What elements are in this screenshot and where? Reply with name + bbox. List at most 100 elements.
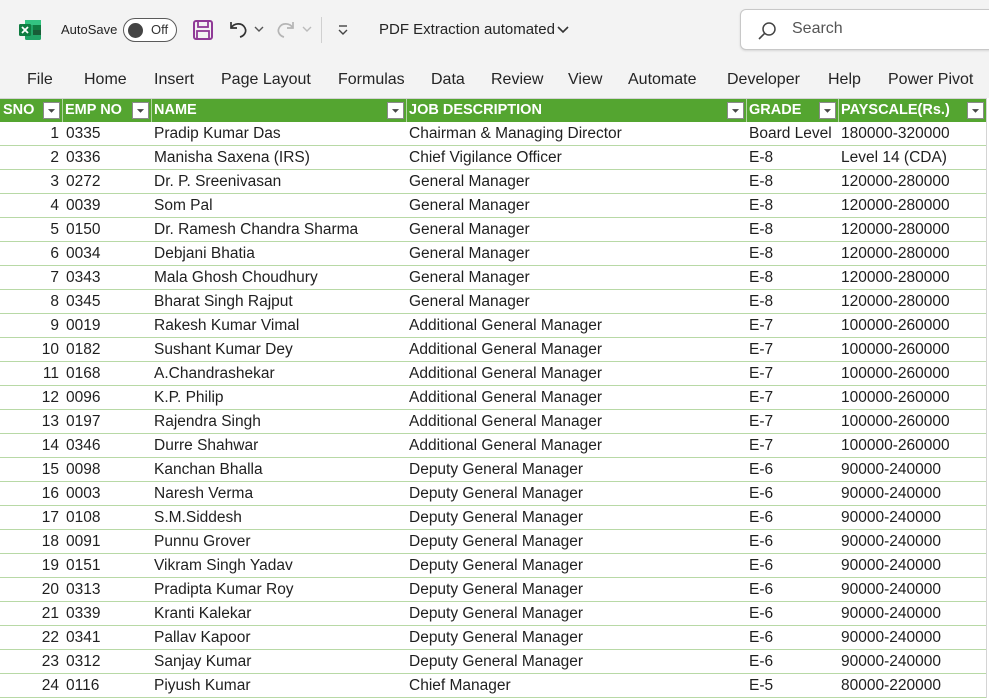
cell-name[interactable]: Pradipta Kumar Roy: [154, 578, 294, 602]
cell-grade[interactable]: E-7: [749, 410, 773, 434]
cell-payscale[interactable]: 80000-220000: [841, 674, 941, 698]
cell-emp-no[interactable]: 0336: [66, 146, 100, 170]
cell-job-description[interactable]: Additional General Manager: [409, 434, 602, 458]
cell-sno[interactable]: 21: [0, 602, 62, 626]
cell-payscale[interactable]: 90000-240000: [841, 578, 941, 602]
cell-emp-no[interactable]: 0346: [66, 434, 100, 458]
undo-icon[interactable]: [226, 18, 250, 40]
cell-emp-no[interactable]: 0312: [66, 650, 100, 674]
cell-name[interactable]: Manisha Saxena (IRS): [154, 146, 310, 170]
cell-job-description[interactable]: Deputy General Manager: [409, 482, 583, 506]
tab-power-pivot[interactable]: Power Pivot: [888, 71, 973, 89]
cell-payscale[interactable]: 120000-280000: [841, 170, 950, 194]
cell-emp-no[interactable]: 0116: [66, 674, 99, 698]
cell-job-description[interactable]: Additional General Manager: [409, 338, 602, 362]
column-header-job-description[interactable]: JOB DESCRIPTION: [406, 99, 746, 123]
cell-emp-no[interactable]: 0168: [66, 362, 100, 386]
cell-payscale[interactable]: 90000-240000: [841, 458, 941, 482]
filter-dropdown-icon[interactable]: [387, 102, 404, 119]
cell-sno[interactable]: 12: [0, 386, 62, 410]
cell-job-description[interactable]: Deputy General Manager: [409, 530, 583, 554]
cell-sno[interactable]: 24: [0, 674, 62, 698]
cell-payscale[interactable]: 120000-280000: [841, 242, 950, 266]
cell-emp-no[interactable]: 0341: [66, 626, 100, 650]
cell-name[interactable]: A.Chandrashekar: [154, 362, 275, 386]
autosave-toggle[interactable]: Off: [123, 18, 177, 42]
cell-grade[interactable]: E-6: [749, 578, 773, 602]
cell-grade[interactable]: E-8: [749, 266, 773, 290]
cell-job-description[interactable]: General Manager: [409, 266, 530, 290]
document-title[interactable]: PDF Extraction automated: [379, 21, 555, 38]
cell-emp-no[interactable]: 0313: [66, 578, 100, 602]
cell-name[interactable]: Debjani Bhatia: [154, 242, 255, 266]
tab-developer[interactable]: Developer: [727, 71, 800, 89]
cell-sno[interactable]: 3: [0, 170, 62, 194]
cell-job-description[interactable]: Deputy General Manager: [409, 578, 583, 602]
chevron-down-icon[interactable]: [301, 22, 313, 36]
cell-name[interactable]: Pallav Kapoor: [154, 626, 251, 650]
cell-sno[interactable]: 1: [0, 122, 62, 146]
cell-grade[interactable]: E-5: [749, 674, 773, 698]
cell-payscale[interactable]: 90000-240000: [841, 530, 941, 554]
redo-icon[interactable]: [274, 18, 298, 40]
cell-name[interactable]: Bharat Singh Rajput: [154, 290, 293, 314]
cell-job-description[interactable]: Additional General Manager: [409, 386, 602, 410]
customize-toolbar-icon[interactable]: [335, 22, 351, 38]
cell-sno[interactable]: 8: [0, 290, 62, 314]
cell-grade[interactable]: E-6: [749, 458, 773, 482]
cell-sno[interactable]: 2: [0, 146, 62, 170]
cell-emp-no[interactable]: 0098: [66, 458, 100, 482]
tab-review[interactable]: Review: [491, 71, 543, 89]
column-header-name[interactable]: NAME: [151, 99, 406, 123]
cell-emp-no[interactable]: 0335: [66, 122, 100, 146]
cell-name[interactable]: Rakesh Kumar Vimal: [154, 314, 299, 338]
search-box[interactable]: Search: [740, 9, 989, 50]
cell-emp-no[interactable]: 0151: [66, 554, 100, 578]
cell-payscale[interactable]: 100000-260000: [841, 338, 950, 362]
cell-emp-no[interactable]: 0197: [66, 410, 100, 434]
cell-grade[interactable]: E-7: [749, 386, 773, 410]
chevron-down-icon[interactable]: [253, 22, 265, 36]
cell-payscale[interactable]: 180000-320000: [841, 122, 950, 146]
filter-dropdown-icon[interactable]: [967, 102, 984, 119]
cell-grade[interactable]: E-8: [749, 242, 773, 266]
cell-emp-no[interactable]: 0003: [66, 482, 100, 506]
cell-payscale[interactable]: 120000-280000: [841, 266, 950, 290]
cell-job-description[interactable]: Deputy General Manager: [409, 650, 583, 674]
tab-help[interactable]: Help: [828, 71, 861, 89]
cell-sno[interactable]: 19: [0, 554, 62, 578]
cell-grade[interactable]: E-6: [749, 482, 773, 506]
cell-sno[interactable]: 4: [0, 194, 62, 218]
cell-job-description[interactable]: Additional General Manager: [409, 314, 602, 338]
cell-emp-no[interactable]: 0091: [66, 530, 100, 554]
cell-job-description[interactable]: Deputy General Manager: [409, 554, 583, 578]
filter-dropdown-icon[interactable]: [819, 102, 836, 119]
cell-emp-no[interactable]: 0339: [66, 602, 100, 626]
cell-name[interactable]: Sushant Kumar Dey: [154, 338, 293, 362]
cell-grade[interactable]: E-6: [749, 554, 773, 578]
cell-payscale[interactable]: 100000-260000: [841, 386, 950, 410]
cell-grade[interactable]: E-6: [749, 626, 773, 650]
cell-name[interactable]: Dr. P. Sreenivasan: [154, 170, 281, 194]
cell-job-description[interactable]: Chief Vigilance Officer: [409, 146, 562, 170]
cell-payscale[interactable]: 90000-240000: [841, 602, 941, 626]
tab-insert[interactable]: Insert: [154, 71, 194, 89]
cell-payscale[interactable]: 120000-280000: [841, 194, 950, 218]
cell-sno[interactable]: 13: [0, 410, 62, 434]
cell-name[interactable]: Naresh Verma: [154, 482, 253, 506]
cell-sno[interactable]: 15: [0, 458, 62, 482]
tab-formulas[interactable]: Formulas: [338, 71, 405, 89]
cell-grade[interactable]: E-7: [749, 338, 773, 362]
tab-view[interactable]: View: [568, 71, 602, 89]
cell-job-description[interactable]: General Manager: [409, 218, 530, 242]
cell-grade[interactable]: E-7: [749, 314, 773, 338]
cell-emp-no[interactable]: 0034: [66, 242, 100, 266]
cell-sno[interactable]: 9: [0, 314, 62, 338]
tab-file[interactable]: File: [27, 71, 53, 89]
tab-home[interactable]: Home: [84, 71, 127, 89]
cell-payscale[interactable]: 90000-240000: [841, 482, 941, 506]
cell-payscale[interactable]: 100000-260000: [841, 314, 950, 338]
column-header-sno[interactable]: SNO: [0, 99, 62, 123]
cell-sno[interactable]: 14: [0, 434, 62, 458]
cell-emp-no[interactable]: 0039: [66, 194, 100, 218]
